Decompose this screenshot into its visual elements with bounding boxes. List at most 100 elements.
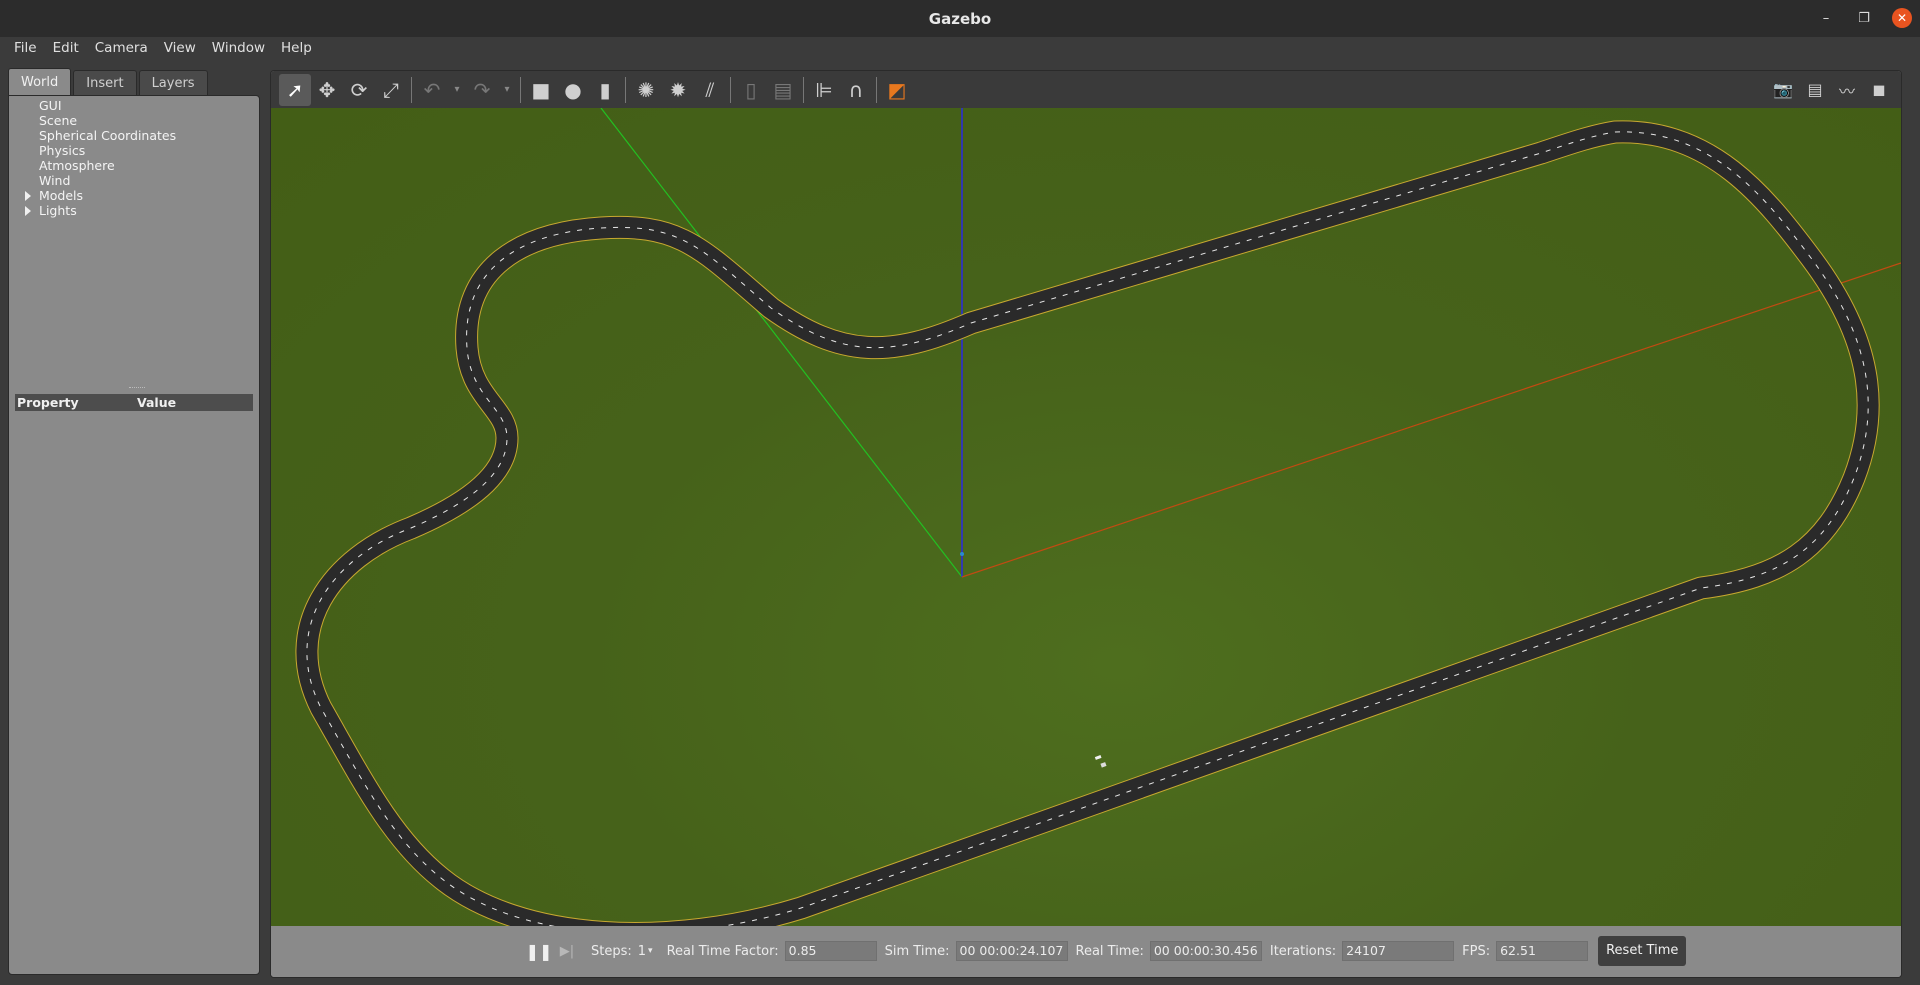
log-icon: ▤ bbox=[1807, 80, 1823, 99]
scene-render bbox=[295, 108, 1901, 926]
undo-button[interactable]: ↶ bbox=[416, 74, 448, 106]
origin-marker bbox=[960, 552, 964, 556]
plot-button[interactable]: 〰 bbox=[1831, 74, 1863, 106]
tree-item-lights[interactable]: Lights bbox=[9, 203, 259, 218]
restore-button[interactable]: ❐ bbox=[1854, 8, 1874, 28]
tab-world[interactable]: World bbox=[8, 68, 72, 96]
view-angle-button[interactable]: ◩ bbox=[881, 74, 913, 106]
pause-button[interactable]: ❚❚ bbox=[525, 937, 553, 965]
menu-edit[interactable]: Edit bbox=[45, 40, 87, 56]
menu-help[interactable]: Help bbox=[273, 40, 320, 56]
window-title: Gazebo bbox=[928, 9, 992, 28]
x-axis-line bbox=[961, 262, 1901, 578]
redo-icon: ↷ bbox=[473, 77, 491, 102]
race-track bbox=[295, 120, 1880, 926]
move-arrows-icon: ✥ bbox=[318, 77, 336, 102]
tree-item-scene[interactable]: Scene bbox=[9, 113, 259, 128]
value-column-header: Value bbox=[137, 395, 177, 410]
screenshot-button[interactable]: 📷 bbox=[1767, 74, 1799, 106]
sphere-icon: ● bbox=[564, 77, 582, 102]
paste-button[interactable]: ▤ bbox=[767, 74, 799, 106]
property-table-header: Property Value bbox=[15, 394, 253, 411]
toolbar-separator bbox=[803, 76, 804, 103]
tree-item-label: Scene bbox=[39, 113, 78, 128]
translate-mode-button[interactable]: ✥ bbox=[311, 74, 343, 106]
tree-item-gui[interactable]: GUI bbox=[9, 98, 259, 113]
left-panel: World Insert Layers GUI Scene Spherical Co… bbox=[8, 68, 260, 975]
arrow-cursor-icon: ➚ bbox=[286, 77, 304, 102]
toolbar-separator bbox=[730, 76, 731, 103]
log-button[interactable]: ▤ bbox=[1799, 74, 1831, 106]
tree-item-spherical-coordinates[interactable]: Spherical Coordinates bbox=[9, 128, 259, 143]
spot-light-button[interactable]: ✹ bbox=[662, 74, 694, 106]
menu-camera[interactable]: Camera bbox=[87, 40, 156, 56]
undo-icon: ↶ bbox=[423, 77, 441, 102]
panel-splitter-handle[interactable] bbox=[129, 387, 145, 391]
steps-spinbox[interactable]: 1 bbox=[638, 944, 646, 959]
iterations-label: Iterations: bbox=[1269, 943, 1337, 959]
directional-light-button[interactable]: ⫽ bbox=[694, 74, 726, 106]
menu-window[interactable]: Window bbox=[204, 40, 273, 56]
fps-value: 62.51 bbox=[1496, 941, 1589, 961]
tab-layers[interactable]: Layers bbox=[138, 70, 208, 96]
copy-button[interactable]: ▯ bbox=[735, 74, 767, 106]
tree-item-label: GUI bbox=[39, 98, 62, 113]
redo-history-button[interactable]: ▾ bbox=[498, 74, 516, 106]
record-video-button[interactable]: ◼ bbox=[1863, 74, 1895, 106]
select-mode-button[interactable]: ➚ bbox=[279, 73, 311, 106]
tree-item-models[interactable]: Models bbox=[9, 188, 259, 203]
box-shape-button[interactable]: ■ bbox=[525, 74, 557, 106]
fps-label: FPS: bbox=[1462, 943, 1491, 959]
tab-insert[interactable]: Insert bbox=[73, 70, 137, 96]
rotate-mode-button[interactable]: ⟳ bbox=[343, 74, 375, 106]
sphere-shape-button[interactable]: ● bbox=[557, 74, 589, 106]
cylinder-shape-button[interactable]: ▮ bbox=[589, 74, 621, 106]
rotate-icon: ⟳ bbox=[350, 77, 368, 102]
toolbar-separator bbox=[411, 76, 412, 103]
left-panel-tabs: World Insert Layers bbox=[8, 68, 260, 96]
3d-viewport[interactable] bbox=[271, 108, 1901, 926]
sim-time-label: Sim Time: bbox=[884, 943, 950, 959]
real-time-factor-value: 0.85 bbox=[784, 941, 877, 961]
steps-label: Steps: bbox=[591, 943, 632, 959]
redo-button[interactable]: ↷ bbox=[466, 74, 498, 106]
real-time-value: 00 00:00:30.456 bbox=[1149, 941, 1262, 961]
plot-icon: 〰 bbox=[1838, 81, 1855, 101]
menubar: File Edit Camera View Window Help bbox=[0, 37, 1920, 59]
tree-item-label: Spherical Coordinates bbox=[39, 128, 177, 143]
property-column-header: Property bbox=[17, 395, 79, 410]
menu-file[interactable]: File bbox=[6, 40, 45, 56]
menu-view[interactable]: View bbox=[156, 40, 204, 56]
steps-dropdown-icon[interactable]: ▾ bbox=[648, 946, 653, 956]
align-icon: ⊫ bbox=[815, 77, 833, 102]
status-bar: ❚❚ ▶| Steps: 1 ▾ Real Time Factor: 0.85 … bbox=[271, 926, 1901, 977]
camera-icon: 📷 bbox=[1773, 80, 1793, 99]
expand-arrow-icon[interactable] bbox=[25, 206, 31, 216]
minimize-button[interactable]: – bbox=[1816, 8, 1836, 28]
step-button[interactable]: ▶| bbox=[553, 937, 581, 965]
undo-history-button[interactable]: ▾ bbox=[448, 74, 466, 106]
world-tree: GUI Scene Spherical Coordinates Physics Atmo… bbox=[9, 98, 259, 218]
world-panel: GUI Scene Spherical Coordinates Physics Atmo… bbox=[8, 95, 260, 975]
vehicle-model[interactable] bbox=[1094, 755, 1107, 768]
tree-item-wind[interactable]: Wind bbox=[9, 173, 259, 188]
video-camera-icon: ◼ bbox=[1872, 80, 1886, 99]
point-light-button[interactable]: ✺ bbox=[630, 74, 662, 106]
tree-item-atmosphere[interactable]: Atmosphere bbox=[9, 158, 259, 173]
toolbar: ➚ ✥ ⟳ ⤢ ↶ ▾ ↷ ▾ ■ ● ▮ ✺ ✹ ⫽ ▯ ▤ ⊫ ∩ ◩ 📷 ▤ 〰 ◼ bbox=[271, 71, 1901, 108]
real-time-label: Real Time: bbox=[1075, 943, 1144, 959]
paste-icon: ▤ bbox=[773, 77, 793, 102]
view-angle-cube-icon: ◩ bbox=[887, 77, 907, 102]
tree-item-physics[interactable]: Physics bbox=[9, 143, 259, 158]
close-button[interactable]: ✕ bbox=[1892, 8, 1912, 28]
reset-time-button[interactable]: Reset Time bbox=[1598, 936, 1687, 966]
magnet-icon: ∩ bbox=[848, 77, 864, 102]
real-time-factor-label: Real Time Factor: bbox=[666, 943, 779, 959]
align-button[interactable]: ⊫ bbox=[808, 74, 840, 106]
tree-item-label: Atmosphere bbox=[39, 158, 115, 173]
window-titlebar: Gazebo – ❐ ✕ bbox=[0, 0, 1920, 37]
cylinder-icon: ▮ bbox=[599, 77, 611, 102]
scale-mode-button[interactable]: ⤢ bbox=[375, 74, 407, 106]
snap-button[interactable]: ∩ bbox=[840, 74, 872, 106]
expand-arrow-icon[interactable] bbox=[25, 191, 31, 201]
